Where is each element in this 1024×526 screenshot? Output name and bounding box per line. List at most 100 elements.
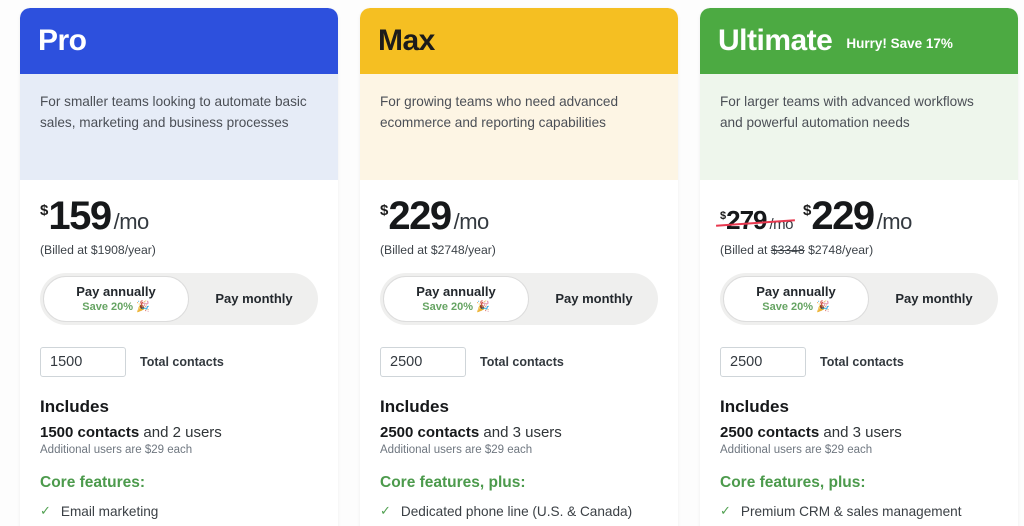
feature-label: Premium CRM & sales management: [740, 504, 962, 519]
toggle-pay-monthly[interactable]: Pay monthly: [190, 291, 318, 307]
plan-description: For growing teams who need advanced ecom…: [360, 74, 678, 180]
additional-users-note: Additional users are $29 each: [380, 444, 533, 456]
billed-prefix: (Billed at: [720, 243, 771, 257]
plan-description: For smaller teams looking to automate ba…: [20, 74, 338, 180]
old-price: $279/mo: [720, 205, 794, 235]
toggle-save-line: Save 20% 🎉: [422, 301, 489, 314]
billed-new-amount: $1908/year): [90, 243, 156, 257]
price-currency: $: [803, 202, 812, 219]
includes-title: Includes: [380, 397, 449, 416]
promo-badge: Hurry! Save 17%: [846, 35, 953, 51]
includes-users-count: and 3 users: [479, 424, 562, 441]
check-icon: ✓: [380, 503, 391, 518]
includes-users-count: and 2 users: [139, 424, 222, 441]
toggle-pay-monthly[interactable]: Pay monthly: [530, 291, 658, 307]
billed-prefix: (Billed at: [40, 243, 91, 257]
check-icon: ✓: [40, 503, 51, 518]
total-contacts-label: Total contacts: [140, 355, 224, 369]
billed-new-amount: $2748/year): [804, 243, 874, 257]
toggle-pay-annually[interactable]: Pay annually Save 20% 🎉: [723, 276, 869, 322]
includes-contacts-count: 2500 contacts: [720, 424, 820, 441]
feature-item: ✓ Dedicated phone line (U.S. & Canada): [380, 503, 658, 521]
pricing-card-pro: Pro For smaller teams looking to automate…: [20, 8, 338, 526]
billed-note: (Billed at $1908/year): [40, 243, 318, 257]
toggle-save-line: Save 20% 🎉: [762, 301, 829, 314]
pricing-cards-container: Pro For smaller teams looking to automate…: [0, 0, 1024, 526]
billed-prefix: (Billed at: [380, 243, 431, 257]
billed-note: (Billed at $2748/year): [380, 243, 658, 257]
pricing-page: Pro For smaller teams looking to automate…: [0, 0, 1024, 526]
party-popper-icon: 🎉: [136, 301, 150, 314]
pricing-card-max: Max For growing teams who need advanced e…: [360, 8, 678, 526]
pricing-card-ultimate: Ultimate Hurry! Save 17% For larger teams …: [700, 8, 1018, 526]
card-body: $159/mo (Billed at $1908/year) Pay annuall…: [20, 180, 338, 526]
feature-label: Email marketing: [60, 504, 159, 519]
card-body: $279/mo $229/mo (Billed at $3348 $2748/yea…: [700, 180, 1018, 526]
total-contacts-input[interactable]: [40, 347, 126, 377]
price-currency: $: [40, 202, 49, 219]
price-row: $159/mo: [40, 196, 318, 236]
toggle-annual-label: Pay annually: [756, 283, 836, 299]
price-period: /mo: [113, 209, 150, 234]
includes-line: 2500 contacts and 3 users: [720, 424, 998, 441]
includes-contacts-count: 2500 contacts: [380, 424, 480, 441]
card-header-pro: Pro: [20, 8, 338, 74]
includes-line: 1500 contacts and 2 users: [40, 424, 318, 441]
total-contacts-label: Total contacts: [820, 355, 904, 369]
contacts-row: Total contacts: [720, 347, 998, 377]
price-row: $229/mo: [380, 196, 658, 236]
billed-new-amount: $2748/year): [430, 243, 496, 257]
price-period: /mo: [453, 209, 490, 234]
toggle-save-label: Save 20%: [422, 301, 474, 314]
card-header-ultimate: Ultimate Hurry! Save 17%: [700, 8, 1018, 74]
check-icon: ✓: [720, 503, 731, 518]
feature-item: ✓ Email marketing: [40, 503, 318, 521]
includes-users-count: and 3 users: [819, 424, 902, 441]
total-contacts-input[interactable]: [380, 347, 466, 377]
includes-title: Includes: [720, 397, 789, 416]
price-currency: $: [380, 202, 389, 219]
card-body: $229/mo (Billed at $2748/year) Pay annuall…: [360, 180, 678, 526]
toggle-pay-annually[interactable]: Pay annually Save 20% 🎉: [383, 276, 529, 322]
contacts-row: Total contacts: [40, 347, 318, 377]
toggle-save-line: Save 20% 🎉: [82, 301, 149, 314]
tier-name: Ultimate: [718, 24, 833, 57]
total-contacts-input[interactable]: [720, 347, 806, 377]
toggle-save-label: Save 20%: [762, 301, 814, 314]
toggle-pay-annually[interactable]: Pay annually Save 20% 🎉: [43, 276, 189, 322]
card-header-max: Max: [360, 8, 678, 74]
billing-period-toggle[interactable]: Pay annually Save 20% 🎉 Pay monthly: [40, 273, 318, 325]
old-price-period: /mo: [769, 216, 794, 233]
toggle-pay-monthly[interactable]: Pay monthly: [870, 291, 998, 307]
features-title: Core features, plus:: [720, 474, 866, 491]
price-period: /mo: [876, 209, 913, 234]
billing-period-toggle[interactable]: Pay annually Save 20% 🎉 Pay monthly: [380, 273, 658, 325]
feature-item: ✓ Premium CRM & sales management: [720, 503, 998, 521]
features-title: Core features:: [40, 474, 146, 491]
tier-name: Pro: [38, 24, 87, 57]
billed-note: (Billed at $3348 $2748/year): [720, 243, 998, 257]
toggle-annual-label: Pay annually: [416, 283, 496, 299]
toggle-save-label: Save 20%: [82, 301, 134, 314]
toggle-annual-label: Pay annually: [76, 283, 156, 299]
additional-users-note: Additional users are $29 each: [40, 444, 193, 456]
total-contacts-label: Total contacts: [480, 355, 564, 369]
billing-period-toggle[interactable]: Pay annually Save 20% 🎉 Pay monthly: [720, 273, 998, 325]
contacts-row: Total contacts: [380, 347, 658, 377]
feature-label: Dedicated phone line (U.S. & Canada): [400, 504, 633, 519]
party-popper-icon: 🎉: [476, 301, 490, 314]
includes-title: Includes: [40, 397, 109, 416]
old-price-amount: 279: [726, 205, 767, 235]
includes-contacts-count: 1500 contacts: [40, 424, 140, 441]
party-popper-icon: 🎉: [816, 301, 830, 314]
includes-line: 2500 contacts and 3 users: [380, 424, 658, 441]
price-row: $279/mo $229/mo: [720, 196, 998, 236]
features-title: Core features, plus:: [380, 474, 526, 491]
price-amount: 229: [811, 194, 875, 238]
billed-old-amount: $3348: [770, 243, 805, 257]
price-amount: 229: [388, 194, 452, 238]
additional-users-note: Additional users are $29 each: [720, 444, 873, 456]
price-amount: 159: [48, 194, 112, 238]
plan-description: For larger teams with advanced workflows…: [700, 74, 1018, 180]
tier-name: Max: [378, 24, 435, 57]
